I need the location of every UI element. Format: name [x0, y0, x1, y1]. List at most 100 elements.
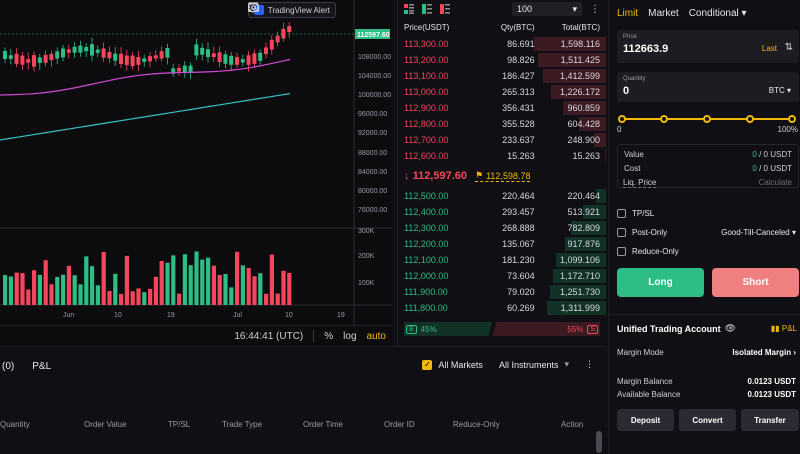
auto-scale-toggle[interactable]: auto — [367, 331, 386, 342]
quantity-slider[interactable] — [618, 114, 796, 124]
price-chart[interactable]: 108000.00 104000.00 100000.00 96000.00 92000… — [0, 0, 392, 346]
bid-total: 1,172.710 — [559, 271, 600, 281]
slider-stop[interactable] — [660, 115, 668, 123]
short-button[interactable]: Short — [712, 268, 799, 297]
time-in-force-select[interactable]: Good-Till-Canceled ▾ — [721, 228, 796, 237]
candle — [72, 46, 77, 53]
slider-handle[interactable] — [788, 115, 796, 123]
volume-bar — [90, 266, 95, 305]
price-input[interactable]: Price 112663.9 Last ⇅ — [617, 30, 799, 63]
bid-row[interactable]: 112,200.00 135.067 917.876 — [398, 236, 606, 252]
fullscreen-icon[interactable] — [248, 2, 390, 16]
eye-icon[interactable]: 👁 — [725, 323, 736, 334]
tpsl-option[interactable]: TP/SL — [617, 209, 654, 218]
candle — [14, 53, 19, 64]
all-markets-label: All Markets — [438, 359, 483, 370]
tab-pnl[interactable]: P&L — [32, 361, 51, 372]
more-icon[interactable]: ⋮ — [590, 4, 600, 15]
ask-total: 604.428 — [567, 119, 600, 129]
ask-row[interactable]: 112,900.00 356.431 960.859 — [398, 100, 606, 116]
depth-select[interactable]: 100 ▾ — [512, 2, 582, 16]
tpsl-checkbox[interactable] — [617, 209, 626, 218]
slider-stop[interactable] — [703, 115, 711, 123]
volume-bar — [78, 284, 83, 305]
reduce-only-checkbox[interactable] — [617, 247, 626, 256]
book-asks-icon[interactable] — [440, 4, 450, 14]
tab-limit[interactable]: Limit — [617, 8, 638, 19]
transfer-button[interactable]: Transfer — [741, 409, 799, 431]
post-only-option[interactable]: Post-Only — [617, 228, 667, 237]
mark-price: ⚑ 112,598.78 — [475, 170, 531, 182]
col-reduce-only: Reduce-Only — [453, 420, 500, 429]
bid-row[interactable]: 111,800.00 60.269 1,311.999 — [398, 300, 606, 316]
volume-bar — [43, 260, 48, 305]
ask-row[interactable]: 112,800.00 355.528 604.428 — [398, 116, 606, 132]
volume-bar — [142, 292, 147, 305]
cost-label: Cost — [624, 164, 641, 173]
bid-row[interactable]: 112,500.00 220.464 220.464 — [398, 188, 606, 204]
percent-scale-toggle[interactable]: % — [324, 331, 333, 342]
candle — [61, 48, 65, 58]
bid-row[interactable]: 112,400.00 293.457 513.921 — [398, 204, 606, 220]
col-action: Action — [561, 420, 584, 429]
post-only-checkbox[interactable] — [617, 228, 626, 237]
quantity-input[interactable]: Quantity 0 BTC ▾ — [617, 72, 799, 102]
liq-calculate[interactable]: Calculate — [759, 178, 792, 187]
quantity-unit-select[interactable]: BTC ▾ — [769, 86, 791, 95]
ask-row[interactable]: 112,600.00 15.263 15.263 — [398, 148, 606, 164]
last-price-row: ↓ 112,597.60 ⚑ 112,598.78 — [398, 166, 606, 186]
flag-icon: ⚑ — [475, 170, 484, 180]
reduce-only-option[interactable]: Reduce-Only — [617, 247, 679, 256]
candle — [124, 55, 129, 65]
bid-row[interactable]: 112,300.00 268.888 782.809 — [398, 220, 606, 236]
bid-row[interactable]: 112,000.00 73.604 1,172.710 — [398, 268, 606, 284]
settings-icon[interactable] — [248, 2, 372, 16]
ask-row[interactable]: 113,200.00 98.826 1,511.425 — [398, 52, 606, 68]
candle — [119, 53, 123, 65]
camera-icon[interactable] — [247, 2, 354, 16]
more-icon[interactable]: ⋮ — [585, 359, 594, 370]
orders-panel: (0) P&L ✓ All Markets All Instruments ▾ … — [0, 346, 606, 454]
ask-total: 15.263 — [572, 151, 600, 161]
margin-mode-row[interactable]: Margin Mode Isolated Margin › — [617, 348, 796, 357]
bid-row[interactable]: 112,100.00 181.230 1,099.106 — [398, 252, 606, 268]
slider-stop[interactable] — [746, 115, 754, 123]
bid-total: 1,251.730 — [559, 287, 600, 297]
convert-button[interactable]: Convert — [679, 409, 736, 431]
slider-stop[interactable] — [618, 115, 626, 123]
ask-row[interactable]: 113,300.00 86.691 1,598.116 — [398, 36, 606, 52]
all-markets-checkbox[interactable]: ✓ — [422, 359, 433, 370]
all-instruments-select[interactable]: All Instruments — [499, 360, 559, 370]
volume-bar — [130, 291, 135, 305]
volume-bar — [269, 254, 274, 305]
ask-row[interactable]: 113,000.00 265.313 1,226.172 — [398, 84, 606, 100]
long-button[interactable]: Long — [617, 268, 704, 297]
chart-canvas[interactable]: 108000.00 104000.00 100000.00 96000.00 92000… — [0, 0, 392, 325]
swap-icon[interactable]: ⇅ — [785, 42, 793, 53]
book-both-icon[interactable] — [404, 4, 414, 14]
col-order-value: Order Value — [84, 420, 127, 429]
chart-footer: 16:44:41 (UTC) % log auto — [0, 325, 392, 346]
log-scale-toggle[interactable]: log — [343, 331, 356, 342]
time-in-force-value: Good-Till-Canceled — [721, 228, 790, 237]
price-tick-label: 84000.00 — [358, 169, 387, 176]
orders-scrollbar[interactable] — [596, 431, 602, 453]
last-price-button[interactable]: Last — [762, 44, 777, 53]
book-bids-icon[interactable] — [422, 4, 432, 14]
order-type-tabs: Limit Market Conditional ▾ — [609, 0, 800, 26]
candle — [84, 47, 89, 52]
candle — [269, 39, 274, 50]
candle — [3, 50, 7, 60]
ask-row[interactable]: 112,700.00 233.637 248.900 — [398, 132, 606, 148]
deposit-button[interactable]: Deposit — [617, 409, 674, 431]
tab-conditional[interactable]: Conditional ▾ — [689, 8, 747, 19]
tab-orders-count[interactable]: (0) — [2, 361, 14, 372]
ask-row[interactable]: 113,100.00 186.427 1,412.599 — [398, 68, 606, 84]
candle — [281, 28, 286, 39]
tradingview-alert-button[interactable]: TradingView Alert — [247, 2, 336, 18]
total-column-header: Total(BTC) — [561, 22, 600, 32]
last-price: ↓ 112,597.60 — [404, 170, 468, 182]
uta-pnl-link[interactable]: ▮▮ P&L — [771, 324, 797, 333]
bid-row[interactable]: 111,900.00 79.020 1,251.730 — [398, 284, 606, 300]
tab-market[interactable]: Market — [648, 8, 679, 19]
